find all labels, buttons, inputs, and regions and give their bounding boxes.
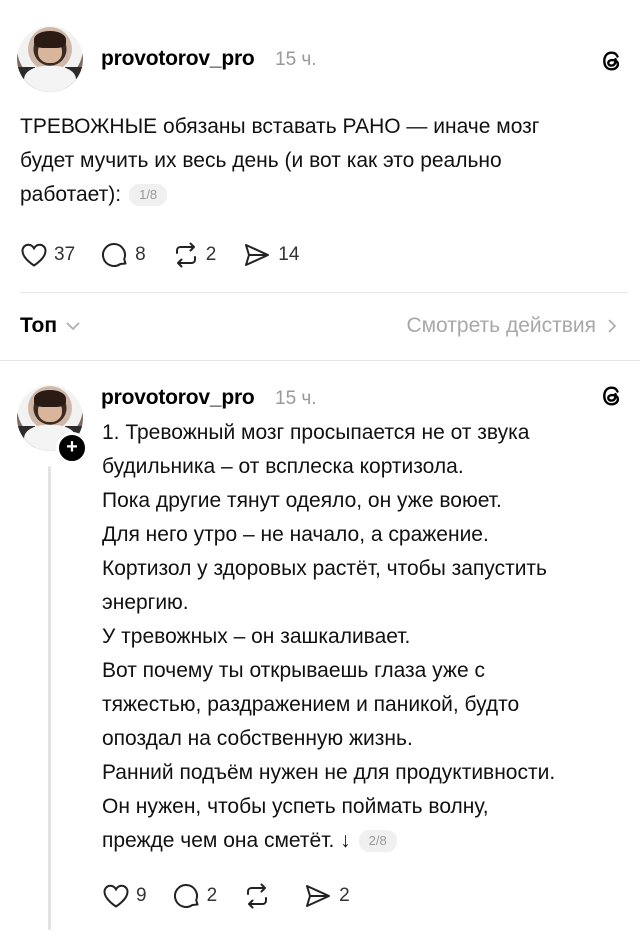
post-actions: 37 8 2 14 <box>20 241 325 269</box>
reply-time: 15 ч. <box>275 388 317 409</box>
post-time: 15 ч. <box>275 49 317 70</box>
post-text-line: будет мучить их весь день (и вот как это… <box>20 149 502 172</box>
threads-logo-icon[interactable] <box>598 382 626 410</box>
repost-button[interactable]: 2 <box>172 241 217 269</box>
like-button[interactable]: 37 <box>20 242 75 268</box>
avatar[interactable] <box>17 26 83 92</box>
section-divider <box>0 360 640 361</box>
comment-button[interactable]: 2 <box>173 882 218 910</box>
post-text-line: ТРЕВОЖНЫЕ обязаны вставать РАНО — иначе … <box>20 115 540 138</box>
reply-text-line: У тревожных – он зашкаливает. <box>102 625 411 648</box>
comment-count: 8 <box>135 244 146 265</box>
repost-button[interactable] <box>243 882 277 910</box>
reply-text-line: опоздал на собственную жизнь. <box>102 727 413 750</box>
reply-text-line: Он нужен, чтобы успеть поймать волну, <box>102 795 489 818</box>
threads-logo-icon[interactable] <box>598 47 626 75</box>
view-actions-link[interactable]: Смотреть действия <box>406 314 618 338</box>
comment-bubble-icon <box>173 883 199 908</box>
sort-dropdown[interactable]: Топ <box>20 314 81 338</box>
reply-text-line: тяжестью, раздражением и паникой, будто <box>102 693 520 716</box>
post-text-line-last: работает): 1/8 <box>20 178 620 212</box>
post-text: ТРЕВОЖНЫЕ обязаны вставать РАНО — иначе … <box>20 110 620 212</box>
paper-plane-icon <box>306 885 331 907</box>
reply-text-line: будильника – от всплеска кортизола. <box>102 455 464 478</box>
comment-button[interactable]: 8 <box>101 241 146 269</box>
post-username[interactable]: provotorov_pro <box>101 47 255 71</box>
share-button[interactable]: 14 <box>242 241 299 269</box>
reply-text-line: прежде чем она сметёт. ↓ <box>102 829 351 852</box>
reply-text-line: Ранний подъём нужен не для продуктивност… <box>102 761 556 784</box>
reply-text-line: Пока другие тянут одеяло, он уже воюет. <box>102 489 502 512</box>
reply-text-line: Для него утро – не начало, а сражение. <box>102 523 489 546</box>
heart-icon <box>103 884 129 908</box>
comment-bubble-icon <box>102 242 127 267</box>
share-button[interactable]: 2 <box>303 882 350 910</box>
reply-actions: 9 2 2 <box>102 882 376 910</box>
share-count: 14 <box>278 244 300 265</box>
reply-text-line: энергию. <box>102 591 189 614</box>
repost-count: 2 <box>205 244 217 265</box>
paper-plane-icon <box>245 244 270 266</box>
heart-icon <box>21 243 47 267</box>
chevron-right-icon <box>608 319 617 333</box>
follow-plus-icon[interactable]: + <box>56 432 88 464</box>
reply-text-line: Вот почему ты открываешь глаза уже с <box>102 659 485 682</box>
view-actions-label: Смотреть действия <box>406 314 596 337</box>
post-text-line: работает): <box>20 183 122 206</box>
post-pager-badge: 1/8 <box>129 184 168 207</box>
reply-username[interactable]: provotorov_pro <box>101 386 255 410</box>
repost-arrows-icon <box>175 242 196 268</box>
comment-count: 2 <box>206 885 218 906</box>
reply-text-line: 1. Тревожный мозг просыпается не от звук… <box>102 421 530 444</box>
like-button[interactable]: 9 <box>102 883 147 909</box>
reply-text-line: Кортизол у здоровых растёт, чтобы запуст… <box>102 557 547 580</box>
chevron-down-icon <box>66 322 80 331</box>
reply-pager-badge: 2/8 <box>358 830 397 853</box>
reply-text-line-last: прежде чем она сметёт. ↓ 2/8 <box>102 824 632 858</box>
repost-arrows-icon <box>247 883 268 909</box>
like-count: 37 <box>54 244 76 265</box>
reply-text: 1. Тревожный мозг просыпается не от звук… <box>102 416 632 858</box>
share-count: 2 <box>339 885 350 906</box>
divider <box>20 292 628 293</box>
like-count: 9 <box>136 885 147 906</box>
thread-line <box>48 466 51 930</box>
sort-label: Топ <box>20 314 58 337</box>
